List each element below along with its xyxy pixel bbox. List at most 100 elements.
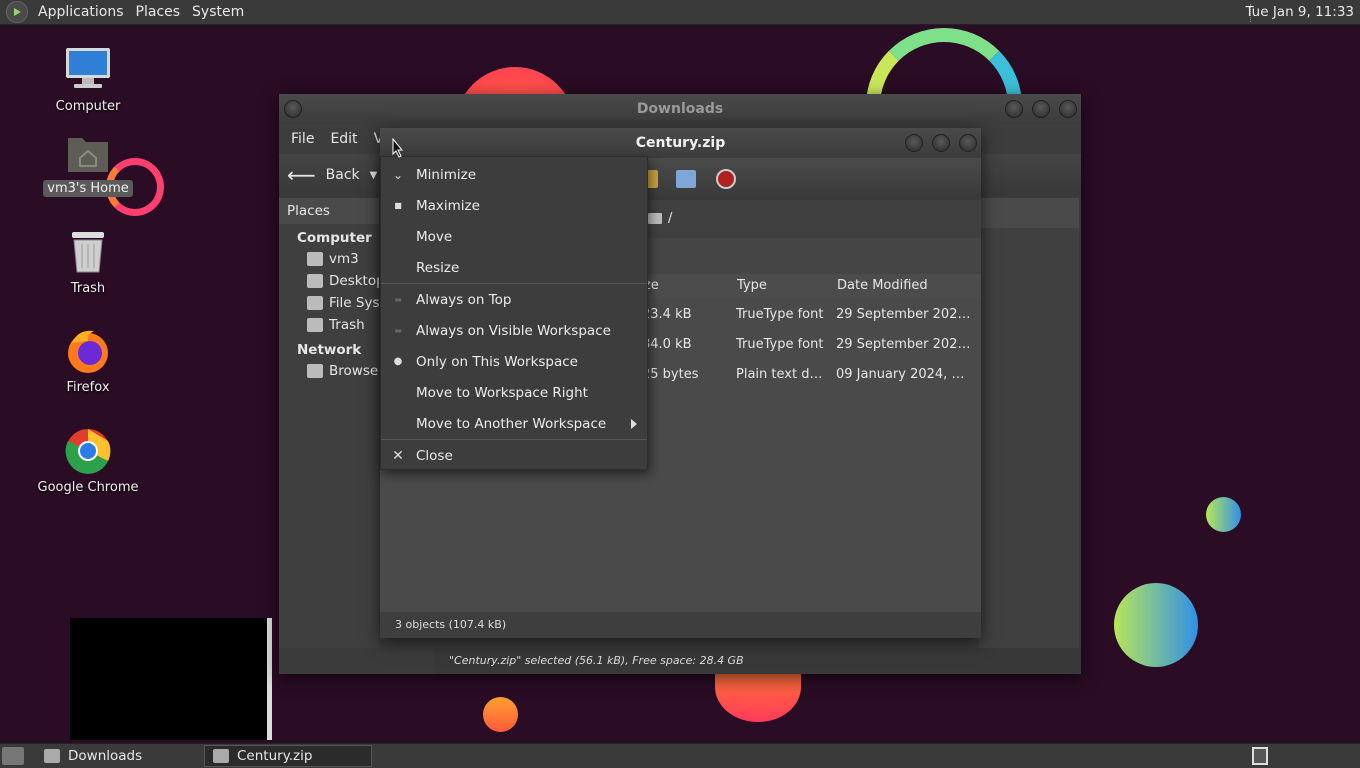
location-path[interactable]: /	[668, 211, 672, 226]
maximize-button[interactable]	[932, 134, 950, 152]
drive-icon	[307, 296, 323, 310]
archive-icon	[213, 749, 229, 763]
mouse-cursor-icon	[392, 138, 404, 158]
terminal-window-preview[interactable]	[70, 618, 272, 740]
home-folder-icon	[64, 128, 112, 176]
century-titlebar[interactable]: Century.zip	[380, 128, 981, 158]
desktop-icon-label: Computer	[55, 99, 121, 114]
menu-file[interactable]: File	[283, 131, 322, 147]
cell-date: 09 January 2024, 17:35	[836, 367, 971, 382]
submenu-arrow-icon	[631, 418, 637, 429]
menu-edit[interactable]: Edit	[322, 131, 365, 147]
workspace-switcher-icon[interactable]	[1252, 747, 1268, 765]
sidebar-group-network: Network	[297, 342, 362, 358]
window-title: Century.zip	[635, 135, 726, 151]
places-sidebar: Places Computer vm3 Desktop File System …	[279, 198, 379, 648]
top-panel: Applications Places System Tue Jan 9, 11…	[0, 0, 1360, 25]
menu-item-move[interactable]: Move	[381, 221, 647, 252]
desktop-icon-label: vm3's Home	[43, 180, 133, 197]
computer-icon	[64, 46, 112, 94]
column-date[interactable]: Date Modified	[837, 278, 928, 293]
cell-size: 84.0 kB	[642, 337, 692, 352]
folder-icon	[44, 749, 60, 763]
sidebar-item-filesystem[interactable]: File System	[279, 292, 379, 314]
menu-item-close[interactable]: ✕ Close	[381, 440, 647, 471]
minimize-button[interactable]	[905, 134, 923, 152]
folder-icon	[648, 213, 662, 224]
cell-size: 25 bytes	[642, 367, 699, 382]
menu-item-move-another-workspace[interactable]: Move to Another Workspace	[381, 408, 647, 439]
task-downloads[interactable]: Downloads	[36, 745, 200, 767]
desktop-icon-computer[interactable]: Computer	[28, 46, 148, 115]
desktop-icon-firefox[interactable]: Firefox	[28, 327, 148, 396]
menu-item-move-workspace-right[interactable]: Move to Workspace Right	[381, 377, 647, 408]
firefox-icon	[64, 327, 112, 375]
sidebar-item-browse-network[interactable]: Browse Network	[279, 360, 379, 382]
cell-type: Plain text document	[736, 367, 826, 382]
taskbar: Downloads Century.zip	[0, 743, 1360, 768]
close-icon: ✕	[392, 447, 404, 464]
minimize-button[interactable]	[1005, 100, 1023, 118]
back-arrow-icon: ⟵	[287, 163, 316, 187]
desktop-icon-chrome[interactable]: Google Chrome	[28, 427, 148, 496]
sidebar-group-computer: Computer	[297, 230, 372, 246]
window-context-menu: ⌄ Minimize ■ Maximize Move Resize ▬ Alwa…	[380, 156, 648, 470]
task-century-zip[interactable]: Century.zip	[204, 745, 372, 767]
chrome-icon	[64, 427, 112, 475]
menu-places[interactable]: Places	[130, 4, 187, 20]
cell-type: TrueType font	[736, 337, 824, 352]
close-button[interactable]	[959, 134, 977, 152]
menu-item-maximize[interactable]: ■ Maximize	[381, 190, 647, 221]
menu-item-resize[interactable]: Resize	[381, 252, 647, 283]
cell-size: 23.4 kB	[642, 307, 692, 322]
menu-system[interactable]: System	[186, 4, 250, 20]
unchecked-icon: ▬	[394, 326, 402, 335]
desktop-icon	[307, 274, 323, 288]
show-desktop-icon[interactable]	[2, 747, 24, 765]
window-title: Downloads	[636, 101, 724, 117]
downloads-titlebar[interactable]: Downloads	[279, 94, 1081, 124]
file-list-header	[979, 198, 1079, 228]
back-button[interactable]: Back	[326, 167, 360, 183]
minimize-icon: ⌄	[392, 167, 404, 182]
menu-item-always-on-visible-workspace[interactable]: ▬ Always on Visible Workspace	[381, 315, 647, 346]
file-list-pane[interactable]	[979, 198, 1079, 648]
maximize-icon: ■	[394, 201, 402, 210]
decor-blue-dot-small	[1206, 497, 1241, 532]
cell-type: TrueType font	[736, 307, 824, 322]
cell-date: 29 September 2021, 10:00	[836, 337, 971, 352]
column-type[interactable]: Type	[737, 278, 767, 293]
desktop-icon-label: Google Chrome	[37, 480, 139, 495]
sidebar-header[interactable]: Places	[279, 198, 379, 224]
system-logo-icon[interactable]	[6, 1, 28, 23]
chevron-down-icon[interactable]: ▼	[370, 170, 378, 181]
close-button[interactable]	[1059, 100, 1077, 118]
menu-item-always-on-top[interactable]: ▬ Always on Top	[381, 284, 647, 315]
network-icon	[307, 364, 323, 378]
radio-selected-icon: ●	[393, 356, 403, 367]
sidebar-item-desktop[interactable]: Desktop	[279, 270, 379, 292]
stop-icon[interactable]	[716, 169, 736, 189]
maximize-button[interactable]	[1032, 100, 1050, 118]
status-bar: "Century.zip" selected (56.1 kB), Free s…	[434, 648, 1081, 674]
desktop-icon-label: Firefox	[66, 380, 110, 395]
decor-orange-dot-small	[483, 697, 518, 732]
home-icon	[307, 252, 323, 266]
window-menu-button[interactable]	[284, 100, 302, 118]
unchecked-icon: ▬	[394, 295, 402, 304]
clock[interactable]: Tue Jan 9, 11:33	[1245, 4, 1354, 20]
sidebar-item-vm3[interactable]: vm3	[279, 248, 379, 270]
sidebar-item-trash[interactable]: Trash	[279, 314, 379, 336]
menu-item-minimize[interactable]: ⌄ Minimize	[381, 159, 647, 190]
menu-applications[interactable]: Applications	[32, 4, 130, 20]
desktop-icon-label: Trash	[70, 281, 106, 296]
desktop-icon-home[interactable]: vm3's Home	[28, 128, 148, 197]
cell-date: 29 September 2021, 10:00	[836, 307, 971, 322]
menu-item-only-this-workspace[interactable]: ● Only on This Workspace	[381, 346, 647, 377]
archive-status-bar: 3 objects (107.4 kB)	[380, 612, 981, 638]
decor-blue-dot-large	[1114, 583, 1198, 667]
trash-icon	[307, 318, 323, 332]
desktop-icon-trash[interactable]: Trash	[28, 228, 148, 297]
add-files-icon[interactable]	[676, 170, 696, 188]
trash-icon	[64, 228, 112, 276]
